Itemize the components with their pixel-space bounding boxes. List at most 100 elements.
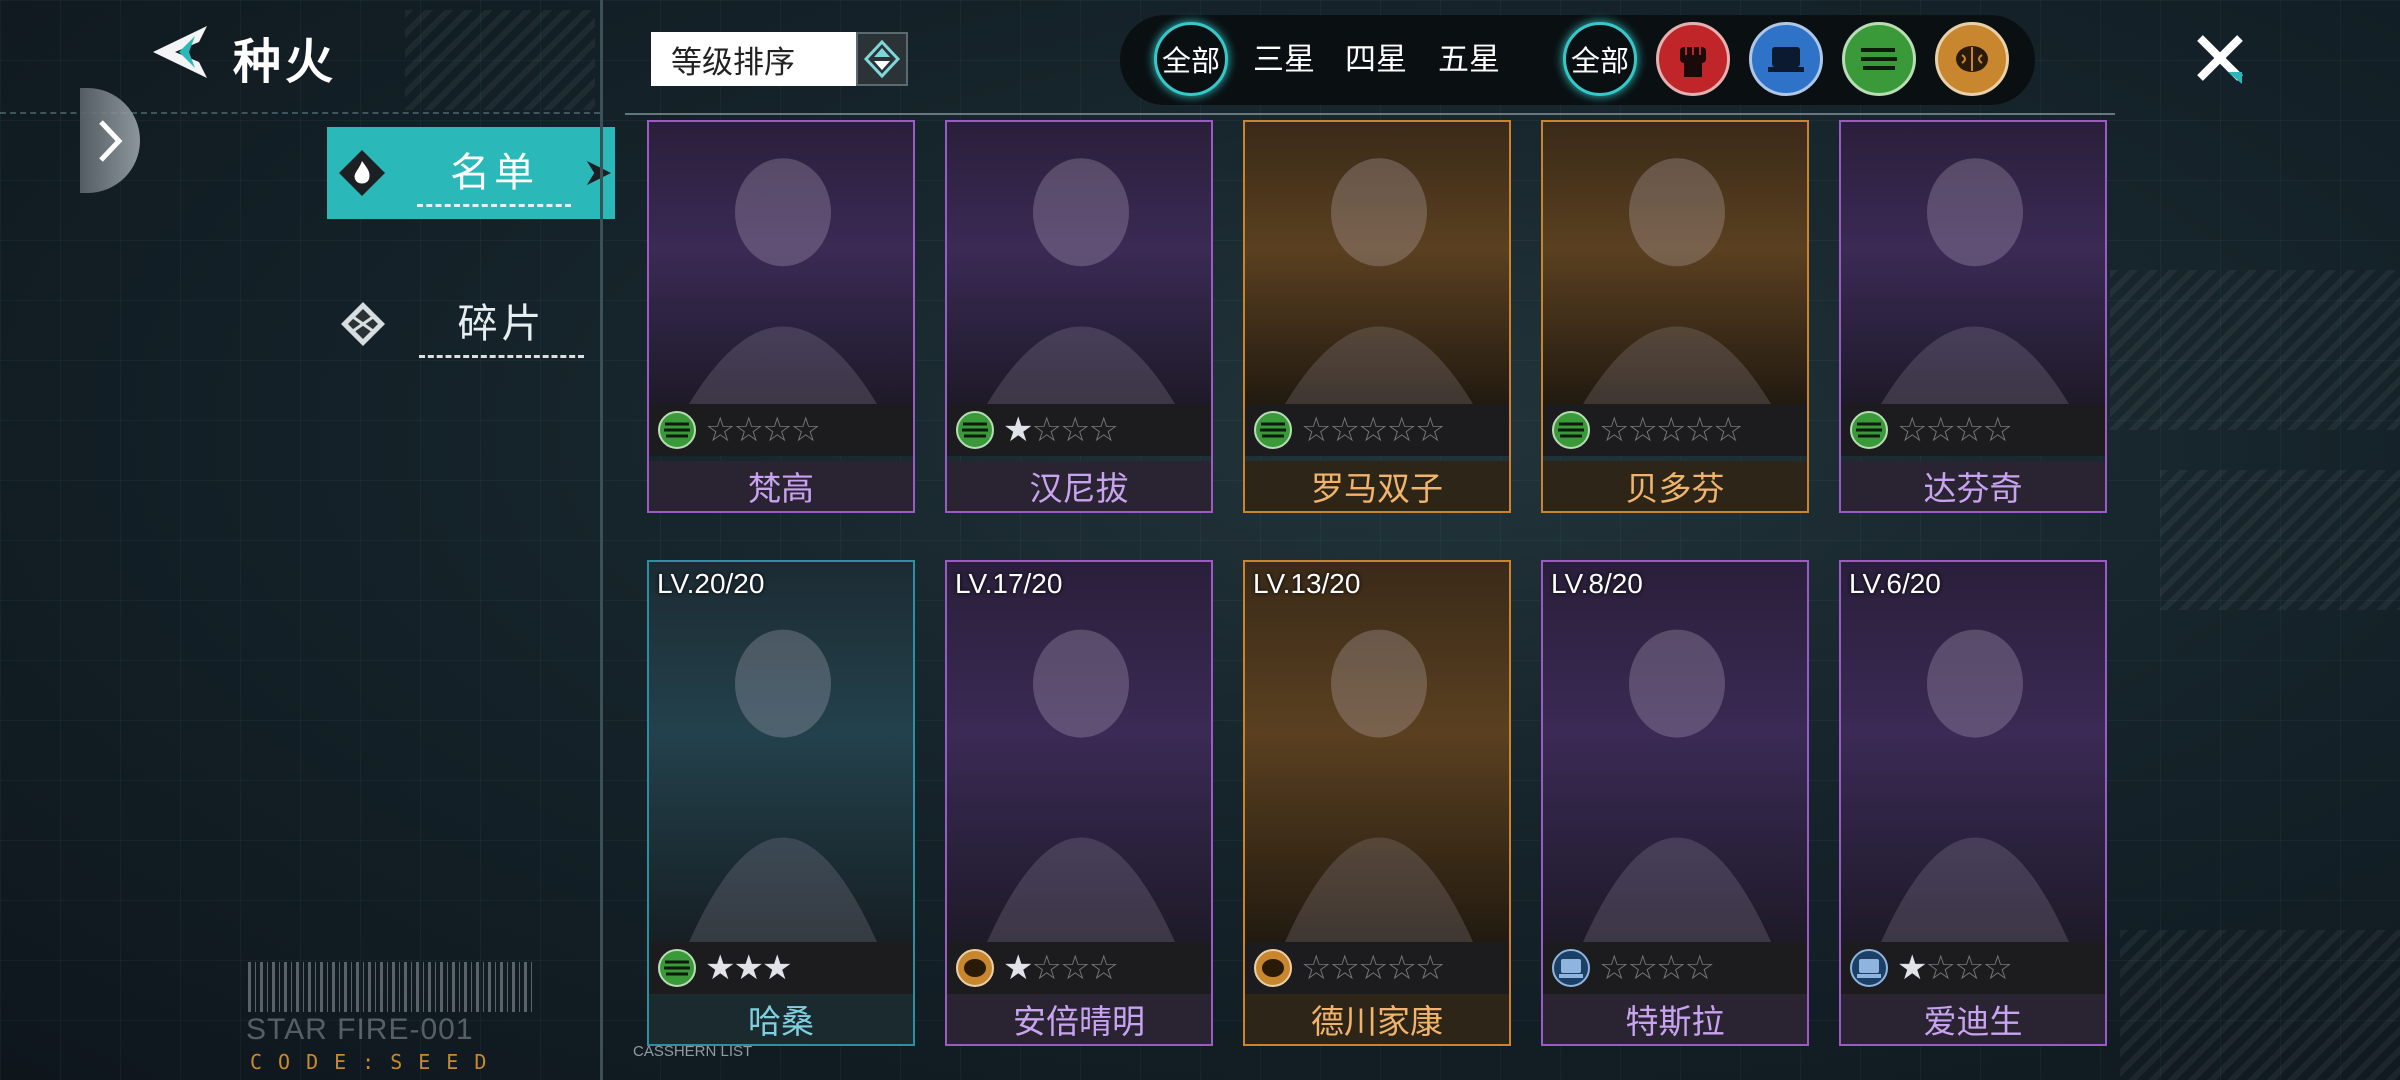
character-name: 特斯拉 xyxy=(1543,994,1807,1044)
wave-icon xyxy=(953,408,997,452)
page-title: 种火 xyxy=(233,34,338,90)
star-rating: ★★★ xyxy=(705,948,793,988)
sort-order-toggle[interactable] xyxy=(856,32,908,86)
tab-roster[interactable]: 名单 xyxy=(327,127,615,219)
wave-icon xyxy=(655,946,699,990)
character-card[interactable]: ☆☆☆☆ 梵高 xyxy=(647,120,915,513)
footer-title: STAR FIRE-001 xyxy=(246,1013,474,1046)
character-card[interactable]: LV.20/20 ★★★ 哈桑 xyxy=(647,560,915,1046)
character-card[interactable]: ★☆☆☆ 汉尼拔 xyxy=(945,120,1213,513)
star-icon: ☆ xyxy=(1953,948,1985,988)
card-stats-bar: ★☆☆☆ xyxy=(947,404,1211,456)
star-rating: ☆☆☆☆ xyxy=(705,410,821,450)
panel-divider xyxy=(600,0,603,1080)
character-portrait xyxy=(1543,122,1807,404)
card-stats-bar: ☆☆☆☆☆ xyxy=(1245,404,1509,456)
star-icon: ★ xyxy=(705,948,736,988)
type-filter-brain[interactable] xyxy=(1935,22,2009,96)
decor-stripes xyxy=(2160,470,2400,610)
tab-shards[interactable]: 碎片 xyxy=(327,278,615,370)
type-filter-wave[interactable] xyxy=(1842,22,1916,96)
rarity-filter-3star[interactable]: 三星 xyxy=(1253,34,1315,79)
star-icon: ☆ xyxy=(761,410,793,450)
star-rating: ☆☆☆☆ xyxy=(1599,948,1715,988)
character-name: 贝多芬 xyxy=(1543,461,1807,511)
character-card[interactable]: LV.8/20 ☆☆☆☆ 特斯拉 xyxy=(1541,560,1809,1046)
brain-icon xyxy=(1956,46,1988,72)
character-portrait xyxy=(649,562,913,942)
shard-icon xyxy=(337,298,389,350)
star-icon: ☆ xyxy=(1982,410,2013,450)
character-card[interactable]: LV.13/20 ☆☆☆☆☆ 德川家康 xyxy=(1243,560,1511,1046)
star-icon: ☆ xyxy=(1953,410,1985,450)
character-card[interactable]: LV.17/20 ★☆☆☆ 安倍晴明 xyxy=(945,560,1213,1046)
level-label: LV.20/20 xyxy=(657,568,765,599)
star-icon: ☆ xyxy=(1684,410,1715,450)
brain-icon xyxy=(1251,946,1295,990)
wave-icon xyxy=(1847,408,1891,452)
star-rating: ☆☆☆☆☆ xyxy=(1599,410,1744,450)
star-icon: ★ xyxy=(1003,948,1034,988)
character-card[interactable]: ☆☆☆☆☆ 罗马双子 xyxy=(1243,120,1511,513)
fist-icon xyxy=(1680,47,1706,77)
star-icon: ☆ xyxy=(1031,410,1062,450)
card-stats-bar: ☆☆☆☆☆ xyxy=(1245,942,1509,994)
tab-shards-label: 碎片 xyxy=(419,291,584,358)
star-icon: ☆ xyxy=(1925,948,1956,988)
tab-roster-label: 名单 xyxy=(417,140,572,207)
character-name: 哈桑 xyxy=(649,994,913,1044)
star-rating: ★☆☆☆ xyxy=(1003,410,1119,450)
back-button[interactable] xyxy=(145,22,215,82)
star-icon: ☆ xyxy=(1684,948,1715,988)
chip-icon xyxy=(1768,47,1804,72)
character-card[interactable]: ☆☆☆☆ 达芬奇 xyxy=(1839,120,2107,513)
star-rating: ☆☆☆☆ xyxy=(1897,410,2013,450)
close-button[interactable] xyxy=(2190,28,2250,88)
rarity-filter-5star[interactable]: 五星 xyxy=(1438,34,1500,79)
star-icon: ☆ xyxy=(1599,410,1630,450)
rarity-filter-4star[interactable]: 四星 xyxy=(1345,34,1407,79)
character-card[interactable]: LV.6/20 ★☆☆☆ 爱迪生 xyxy=(1839,560,2107,1046)
wave-icon xyxy=(1549,408,1593,452)
brain-icon xyxy=(953,946,997,990)
card-stats-bar: ☆☆☆☆ xyxy=(1841,404,2105,456)
character-portrait xyxy=(1245,122,1509,404)
level-label: LV.6/20 xyxy=(1849,568,1941,599)
footer-code: CODE:SEED xyxy=(250,1050,503,1074)
card-stats-bar: ☆☆☆☆☆ xyxy=(1543,404,1807,456)
type-filter-fist[interactable] xyxy=(1656,22,1730,96)
star-icon: ☆ xyxy=(1386,410,1417,450)
star-icon: ☆ xyxy=(1386,948,1417,988)
star-icon: ☆ xyxy=(1627,948,1658,988)
star-icon: ★ xyxy=(733,948,764,988)
sort-dropdown[interactable]: 等级排序 xyxy=(651,32,856,86)
rarity-filter-all[interactable]: 全部 xyxy=(1154,22,1228,96)
character-portrait xyxy=(1841,122,2105,404)
star-icon: ☆ xyxy=(1088,948,1119,988)
star-icon: ★ xyxy=(761,948,793,988)
star-icon: ☆ xyxy=(1301,410,1332,450)
character-portrait xyxy=(1245,562,1509,942)
type-filter-chip[interactable] xyxy=(1749,22,1823,96)
back-arrow-icon xyxy=(153,26,207,78)
type-filter-all[interactable]: 全部 xyxy=(1563,22,1637,96)
wave-icon xyxy=(1251,408,1295,452)
star-icon: ☆ xyxy=(1414,948,1446,988)
level-label: LV.13/20 xyxy=(1253,568,1361,599)
star-icon: ☆ xyxy=(1712,410,1744,450)
character-portrait xyxy=(947,122,1211,404)
star-icon: ☆ xyxy=(705,410,736,450)
star-icon: ☆ xyxy=(1329,948,1360,988)
star-icon: ☆ xyxy=(1599,948,1630,988)
star-rating: ★☆☆☆ xyxy=(1003,948,1119,988)
sidebar-toggle-button[interactable] xyxy=(80,88,140,193)
left-panel: 种火 名单 碎片 STAR FIRE-001 CODE:SEED xyxy=(0,0,615,1080)
character-name: 达芬奇 xyxy=(1841,461,2105,511)
decor-stripes xyxy=(2110,270,2400,430)
close-icon xyxy=(2197,35,2243,84)
star-icon: ★ xyxy=(1003,410,1034,450)
card-stats-bar: ★☆☆☆ xyxy=(947,942,1211,994)
character-card[interactable]: ☆☆☆☆☆ 贝多芬 xyxy=(1541,120,1809,513)
chevron-right-icon xyxy=(99,119,123,162)
star-icon: ☆ xyxy=(1982,948,2013,988)
